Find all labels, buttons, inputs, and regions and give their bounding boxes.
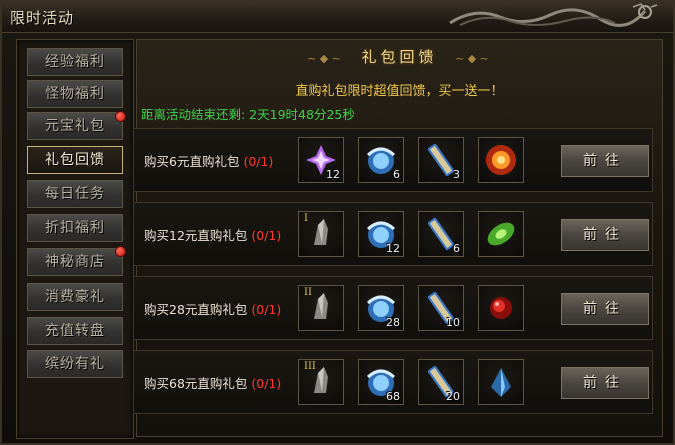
title-bar[interactable]: 限时活动 — [2, 2, 673, 33]
item-slot[interactable] — [478, 137, 524, 183]
item-slot[interactable] — [478, 211, 524, 257]
sidebar-item-label: 缤纷有礼 — [45, 356, 105, 372]
go-button[interactable]: 前往 — [561, 219, 649, 251]
item-slot[interactable]: II — [298, 285, 344, 331]
item-quantity: 12 — [386, 242, 400, 255]
pack-row: 购买28元直购礼包 (0/1) II 28 10 前往 — [133, 276, 653, 340]
item-slot[interactable]: I — [298, 211, 344, 257]
panel-title: 礼包回馈 — [361, 48, 438, 66]
main-panel: ~ ◆ ~ 礼包回馈 ~ ◆ ~ 直购礼包限时超值回馈，买一送一！ 距离活动结束… — [133, 39, 663, 437]
go-button[interactable]: 前往 — [561, 145, 649, 177]
sidebar-item-consumption-gift[interactable]: 消费豪礼 — [27, 283, 123, 311]
notification-dot — [115, 111, 126, 122]
go-button[interactable]: 前往 — [561, 293, 649, 325]
item-slot[interactable]: 20 — [418, 359, 464, 405]
sidebar-item-recharge-wheel[interactable]: 充值转盘 — [27, 317, 123, 345]
item-slot[interactable] — [478, 285, 524, 331]
sidebar-item-daily-task[interactable]: 每日任务 — [27, 180, 123, 208]
item-slot[interactable]: 68 — [358, 359, 404, 405]
blue-crystal-icon — [491, 368, 511, 397]
sidebar: 经验福利 怪物福利 元宝礼包 礼包回馈 每日任务 折扣福利 神秘商店 消费豪礼 … — [16, 39, 134, 439]
pack-row: 购买68元直购礼包 (0/1) III 68 20 前往 — [133, 350, 653, 414]
sidebar-item-label: 礼包回馈 — [45, 152, 105, 168]
sidebar-item-exp-welfare[interactable]: 经验福利 — [27, 48, 123, 76]
tier-label: II — [304, 287, 312, 298]
sidebar-item-ingot-pack[interactable]: 元宝礼包 — [27, 112, 123, 140]
red-bead-icon — [490, 297, 512, 319]
item-slot[interactable]: 28 — [358, 285, 404, 331]
item-slot[interactable]: 6 — [418, 211, 464, 257]
item-quantity: 28 — [386, 316, 400, 329]
sidebar-item-label: 神秘商店 — [45, 254, 105, 270]
pack-name: 购买28元直购礼包 — [144, 302, 248, 317]
pack-name: 购买6元直购礼包 — [144, 154, 240, 169]
item-slot[interactable]: 3 — [418, 137, 464, 183]
pack-row: 购买12元直购礼包 (0/1) I 12 6 前往 — [133, 202, 653, 266]
countdown-timer: 距离活动结束还剩: 2天19时48分25秒 — [141, 107, 355, 122]
go-button[interactable]: 前往 — [561, 367, 649, 399]
item-slot[interactable] — [478, 359, 524, 405]
dragon-ornament-icon — [449, 3, 658, 27]
sidebar-item-label: 消费豪礼 — [45, 289, 105, 305]
pack-row: 购买6元直购礼包 (0/1) 12 6 3 前往 — [133, 128, 653, 192]
pack-label: 购买28元直购礼包 (0/1) — [144, 299, 281, 318]
sidebar-item-label: 折扣福利 — [45, 220, 105, 236]
sidebar-item-mystery-shop[interactable]: 神秘商店 — [27, 248, 123, 276]
window-title: 限时活动 — [10, 9, 75, 27]
sidebar-item-label: 每日任务 — [45, 186, 105, 202]
item-slot[interactable]: 6 — [358, 137, 404, 183]
item-quantity: 12 — [326, 168, 340, 181]
tier-label: III — [304, 361, 316, 372]
item-quantity: 6 — [453, 242, 460, 255]
item-slot[interactable]: 10 — [418, 285, 464, 331]
pack-name: 购买12元直购礼包 — [144, 228, 248, 243]
sidebar-item-label: 经验福利 — [45, 54, 105, 70]
sidebar-item-label: 充值转盘 — [45, 323, 105, 339]
item-slot[interactable]: 12 — [358, 211, 404, 257]
fire-orb-icon — [486, 145, 516, 175]
item-quantity: 68 — [386, 390, 400, 403]
pack-progress: (0/1) — [251, 228, 282, 243]
item-quantity: 20 — [446, 390, 460, 403]
sidebar-item-label: 元宝礼包 — [45, 118, 105, 134]
title-ornament-right-icon: ~ ◆ ~ — [455, 52, 489, 65]
item-quantity: 3 — [453, 168, 460, 181]
sidebar-item-pack-feedback[interactable]: 礼包回馈 — [27, 146, 123, 174]
pack-label: 购买6元直购礼包 (0/1) — [144, 151, 273, 170]
panel-subtitle: 直购礼包限时超值回馈，买一送一！ — [295, 84, 504, 99]
item-slot[interactable]: III — [298, 359, 344, 405]
item-quantity: 10 — [446, 316, 460, 329]
pack-label: 购买12元直购礼包 (0/1) — [144, 225, 281, 244]
item-slot[interactable]: 12 — [298, 137, 344, 183]
limited-event-window: 限时活动 经验福利 怪物福利 元宝礼包 礼包回馈 每日任务 折扣福利 神秘商店 … — [0, 0, 675, 445]
sidebar-item-discount-welfare[interactable]: 折扣福利 — [27, 214, 123, 242]
tier-label: I — [304, 213, 308, 224]
pack-name: 购买68元直购礼包 — [144, 376, 248, 391]
notification-dot — [115, 246, 126, 257]
pack-progress: (0/1) — [243, 154, 274, 169]
pack-progress: (0/1) — [251, 302, 282, 317]
sidebar-item-monster-welfare[interactable]: 怪物福利 — [27, 80, 123, 108]
pack-progress: (0/1) — [251, 376, 282, 391]
sidebar-item-label: 怪物福利 — [45, 86, 105, 102]
sidebar-item-colorful-gift[interactable]: 缤纷有礼 — [27, 350, 123, 378]
green-jade-icon — [487, 222, 515, 246]
pack-label: 购买68元直购礼包 (0/1) — [144, 373, 281, 392]
item-quantity: 6 — [393, 168, 400, 181]
